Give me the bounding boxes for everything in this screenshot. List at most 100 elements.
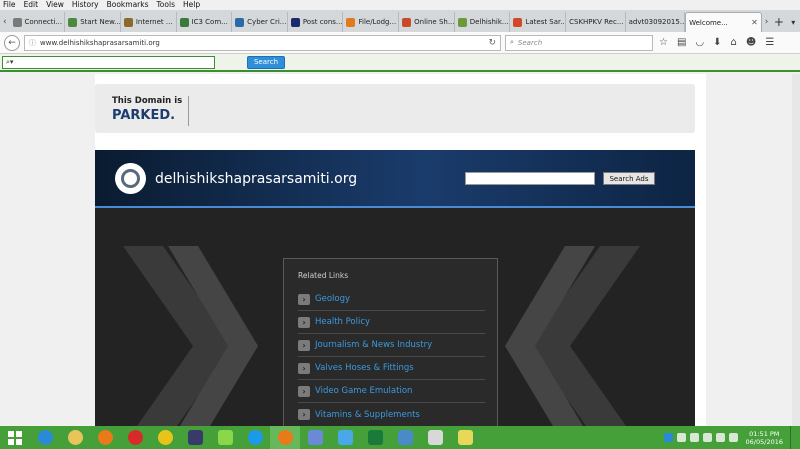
firefox-active-icon [277,430,293,445]
menu-view[interactable]: View [46,0,64,10]
taskbar-app[interactable] [180,426,210,449]
app-icon-5 [397,430,413,445]
bookmark-star-icon[interactable]: ☆ [659,37,668,48]
arrow-right-icon: › [298,339,310,351]
tab-scroll-right-icon[interactable]: › [762,12,772,32]
list-item[interactable]: › Geology [298,288,485,311]
arrow-right-icon: › [298,385,310,397]
site-info-icon[interactable]: ⓘ [29,38,36,48]
show-desktop-button[interactable] [790,426,796,449]
taskbar-app[interactable] [120,426,150,449]
url-bar[interactable]: ⓘ www.delhishikshaprasarsamiti.org ↻ [24,34,501,51]
tab[interactable]: CSKHPKV Rec... [566,12,626,32]
content-area: Related Links › Geology › Health Policy › J… [95,208,695,426]
clock-date: 06/05/2016 [745,437,783,446]
right-chevron-decoration [505,246,640,426]
list-item[interactable]: › Video Game Emulation [298,380,485,403]
search-input[interactable]: ⌕ Search [505,34,653,51]
tab[interactable]: File/Lodg... [343,12,400,32]
favicon-icon [290,17,300,27]
pocket-icon[interactable]: ◡ [695,37,704,48]
taskbar-app[interactable] [30,426,60,449]
flag-icon[interactable] [689,433,699,442]
taskbar-app[interactable] [360,426,390,449]
search-ads-input[interactable] [465,172,595,185]
menu-hamburger-icon[interactable]: ☰ [765,37,774,48]
search-icon: ⌕ [510,38,514,46]
list-item[interactable]: › Journalism & News Industry [298,334,485,357]
find-search-button[interactable]: Search [247,55,285,69]
tab[interactable]: IC3 Com... [177,12,233,32]
taskbar-app[interactable] [60,426,90,449]
favicon-icon [235,17,245,27]
page-scrollbar[interactable] [792,74,800,426]
network-icon[interactable] [715,433,725,442]
tab-active[interactable]: Welcome... ✕ [685,12,762,32]
reading-list-icon[interactable]: ▤ [677,37,686,48]
menu-file[interactable]: File [3,0,16,10]
taskbar-app[interactable] [150,426,180,449]
arrow-right-icon: › [298,293,310,305]
taskbar-app[interactable] [300,426,330,449]
web-page: This Domain is PARKED. delhishikshaprasa… [95,74,706,426]
taskbar-app[interactable] [330,426,360,449]
tab[interactable]: Cyber Cri... [232,12,288,32]
page-viewport: This Domain is PARKED. delhishikshaprasa… [0,74,800,426]
clock[interactable]: 01:51 PM 06/05/2016 [746,430,783,446]
menu-help[interactable]: Help [183,0,200,10]
taskbar-app[interactable] [450,426,480,449]
smiley-icon[interactable]: ☻ [746,37,756,48]
nav-bar: ← ⓘ www.delhishikshaprasarsamiti.org ↻ ⌕… [0,32,800,54]
new-tab-icon[interactable]: + [771,12,786,32]
close-tab-icon[interactable]: ✕ [751,18,758,27]
tab[interactable]: Latest Sar... [510,12,567,32]
system-tray: 01:51 PM 06/05/2016 [663,426,800,449]
taskbar-app[interactable] [240,426,270,449]
domain-title: delhishikshaprasarsamiti.org [155,171,358,187]
search-ads-button[interactable]: Search Ads [603,172,655,185]
taskbar-app[interactable] [270,426,300,449]
app-icon-4 [337,430,353,445]
tab-scroll-left-icon[interactable]: ‹ [0,12,10,32]
parked-banner: This Domain is PARKED. [95,84,695,133]
back-arrow-icon[interactable]: ← [4,34,20,51]
download-icon[interactable]: ⬇ [713,37,721,48]
tab[interactable]: Online Sh... [399,12,455,32]
taskbar-app[interactable] [90,426,120,449]
home-icon[interactable]: ⌂ [731,37,737,48]
volume-icon[interactable] [728,433,738,442]
battery-icon[interactable] [702,433,712,442]
favicon-icon [402,17,412,27]
internet-explorer-icon [37,430,53,445]
tray-up-arrow-icon[interactable] [676,433,686,442]
tab[interactable]: Start New... [65,12,121,32]
tab[interactable]: Internet ... [121,12,177,32]
chrome-icon [157,430,173,445]
parked-line1: This Domain is [112,96,183,106]
taskbar-app[interactable] [390,426,420,449]
toolbar-icons: ☆ ▤ ◡ ⬇ ⌂ ☻ ☰ [659,37,774,48]
windows-start-icon[interactable] [0,426,30,449]
list-item[interactable]: › Vitamins & Supplements [298,403,485,426]
find-input[interactable]: ⌕▾ [2,55,215,69]
taskbar-app[interactable] [420,426,450,449]
taskbar-app[interactable] [210,426,240,449]
tab-list-icon[interactable]: ▾ [787,12,800,32]
reload-icon[interactable]: ↻ [488,38,496,48]
list-item[interactable]: › Health Policy [298,311,485,334]
menu-history[interactable]: History [72,0,99,10]
url-text: www.delhishikshaprasarsamiti.org [40,38,160,47]
tab[interactable]: Connecti... [10,12,66,32]
favicon-icon [12,17,22,27]
tab[interactable]: Delhishik... [455,12,511,32]
app-icon-3 [307,430,323,445]
skype-icon [247,430,263,445]
list-item[interactable]: › Valves Hoses & Fittings [298,357,485,380]
tab-strip: ‹ Connecti... Start New... Internet ... … [0,10,800,32]
tab[interactable]: Post cons... [288,12,344,32]
menu-bookmarks[interactable]: Bookmarks [107,0,149,10]
tray-app-icon[interactable] [663,433,673,442]
tab[interactable]: advt03092015... [626,12,686,32]
menu-tools[interactable]: Tools [157,0,175,10]
menu-edit[interactable]: Edit [24,0,39,10]
